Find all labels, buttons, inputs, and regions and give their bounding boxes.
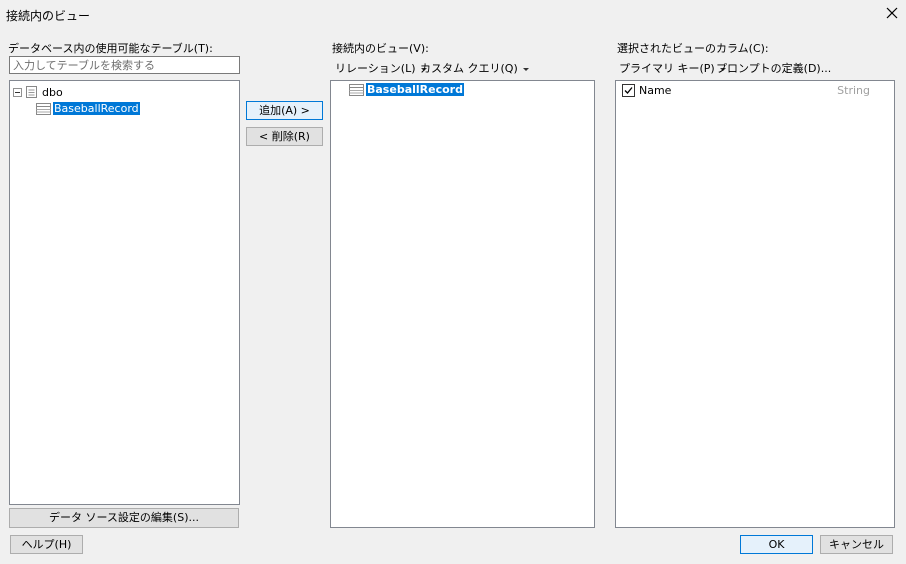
available-tables-tree[interactable]: dbo BaseballRecord (9, 80, 240, 505)
columns-label: 選択されたビューのカラム(C): (617, 42, 769, 55)
available-tables-label: データベース内の使用可能なテーブル(T): (8, 42, 213, 55)
database-icon (26, 86, 37, 98)
close-icon[interactable] (884, 5, 900, 21)
define-prompt-link[interactable]: プロンプトの定義(D)... (716, 60, 831, 76)
primary-key-menu[interactable]: プライマリ キー(P) (619, 60, 726, 76)
table-search-input[interactable] (9, 56, 240, 74)
views-label: 接続内のビュー(V): (332, 42, 429, 55)
tree-node-dbo-label: dbo (42, 85, 63, 99)
tree-node-table[interactable]: BaseballRecord (36, 102, 140, 115)
custom-query-menu[interactable]: カスタム クエリ(Q) (420, 60, 529, 76)
column-checkbox[interactable] (622, 84, 635, 97)
add-button[interactable]: 追加(A) > (246, 101, 323, 120)
view-item[interactable]: BaseballRecord (349, 83, 464, 96)
column-name: Name (639, 84, 672, 97)
column-type: String (837, 84, 870, 97)
ok-button[interactable]: OK (740, 535, 813, 554)
columns-list[interactable]: Name String (615, 80, 895, 528)
dialog-title: 接続内のビュー (6, 9, 91, 23)
table-icon (36, 102, 51, 115)
chevron-down-icon (522, 67, 529, 71)
cancel-button[interactable]: キャンセル (820, 535, 893, 554)
tree-node-table-label: BaseballRecord (53, 102, 140, 115)
column-row[interactable]: Name String (622, 84, 888, 97)
checkmark-icon (624, 87, 633, 94)
tree-node-dbo[interactable]: dbo (13, 85, 63, 99)
primary-key-menu-label: プライマリ キー(P) (619, 62, 715, 75)
remove-button[interactable]: < 削除(R) (246, 127, 323, 146)
edit-data-source-button[interactable]: データ ソース設定の編集(S)... (9, 508, 239, 528)
views-list[interactable]: BaseballRecord (330, 80, 595, 528)
table-icon (349, 83, 364, 96)
collapse-icon[interactable] (13, 87, 22, 97)
help-button[interactable]: ヘルプ(H) (10, 535, 83, 554)
relation-menu-label: リレーション(L) (335, 62, 416, 75)
relation-menu[interactable]: リレーション(L) (335, 60, 427, 76)
custom-query-menu-label: カスタム クエリ(Q) (420, 62, 518, 75)
view-item-label: BaseballRecord (366, 83, 464, 96)
